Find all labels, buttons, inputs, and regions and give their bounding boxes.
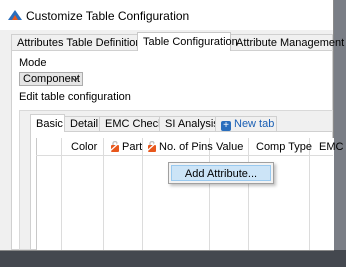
tab-si-analysis[interactable]: SI Analysis — [159, 116, 219, 131]
lock-icon — [109, 141, 121, 152]
mode-select[interactable]: Component — [19, 72, 83, 86]
table-header-divider — [36, 155, 333, 156]
tab-detail[interactable]: Detail — [64, 116, 100, 131]
lock-icon — [146, 141, 158, 152]
column-header-label: EMC Pa — [319, 141, 346, 153]
background-taskbar — [0, 250, 346, 267]
app-triangle-icon — [8, 10, 22, 20]
column-header-part[interactable]: Part — [109, 140, 142, 154]
context-menu: Add Attribute... — [168, 162, 274, 184]
column-divider — [103, 138, 104, 250]
add-attribute-menu-item[interactable]: Add Attribute... — [171, 165, 271, 181]
title-bar: Customize Table Configuration — [0, 0, 333, 30]
column-header-label: Value — [216, 141, 244, 153]
tab-attributes-table-definition-file[interactable]: Attributes Table Definition File — [11, 34, 162, 50]
column-header-no-of-pins[interactable]: No. of Pins — [146, 140, 213, 154]
column-header-comp-type[interactable]: Comp Type — [256, 140, 312, 154]
column-divider — [309, 138, 310, 250]
column-divider — [61, 138, 62, 250]
column-divider — [209, 138, 210, 250]
column-divider — [248, 138, 249, 250]
column-divider — [142, 138, 143, 250]
edit-table-configuration-label: Edit table configuration — [19, 91, 131, 103]
tab-emc-check[interactable]: EMC Check — [99, 116, 164, 131]
column-header-label: Color — [71, 141, 98, 153]
tab-new-tab[interactable]: + New tab — [215, 116, 277, 131]
column-header-value[interactable]: Value — [216, 140, 243, 154]
new-tab-label: New tab — [234, 118, 275, 130]
column-header-emc-pa[interactable]: EMC Pa — [319, 140, 346, 154]
window-title: Customize Table Configuration — [26, 9, 190, 23]
column-header-color[interactable]: Color — [71, 140, 97, 154]
tab-basic[interactable]: Basic — [30, 114, 65, 132]
column-header-label: Comp Type — [256, 141, 313, 153]
column-header-label: Part — [122, 141, 143, 153]
tab-attribute-management[interactable]: Attribute Management — [230, 34, 344, 50]
tab-table-configuration[interactable]: Table Configuration — [137, 32, 238, 51]
mode-label: Mode — [19, 57, 47, 69]
chevron-down-icon — [71, 76, 79, 82]
column-header-label: No. of Pins — [159, 141, 213, 153]
plus-icon: + — [221, 121, 231, 131]
